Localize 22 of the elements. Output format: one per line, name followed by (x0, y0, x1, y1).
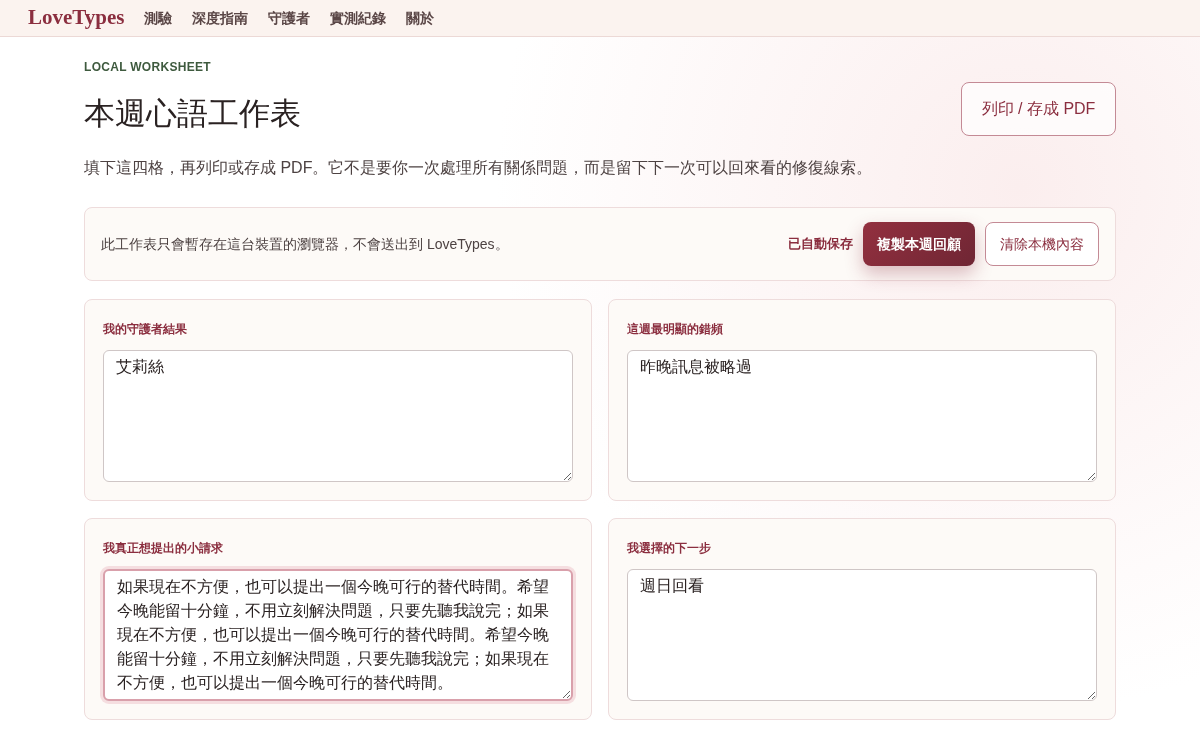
text-area[interactable]: 週日回看 (627, 568, 1097, 701)
field-label: 我真正想提出的小請求 (103, 539, 224, 556)
copy-button[interactable]: 複製本週回顧 (863, 221, 975, 266)
eyebrow-label: LOCAL WORKSHEET (84, 59, 212, 75)
field-label: 我的守護者結果 (103, 320, 188, 337)
autosave-status: 已自動保存 (788, 234, 853, 253)
page-title: 本週心語工作表 (84, 95, 301, 133)
field-label: 我選擇的下一步 (627, 539, 712, 556)
nav-link[interactable]: 測驗 (144, 8, 173, 28)
text-area[interactable]: 昨晚訊息被略過 (627, 349, 1097, 482)
field-label: 這週最明顯的錯頻 (627, 320, 724, 337)
intro-text: 填下這四格，再列印或存成 PDF。它不是要你一次處理所有關係問題，而是留下下一次可以回來看的修復線索。 (84, 157, 874, 178)
print-button[interactable]: 列印 / 存成 PDF (961, 82, 1116, 136)
nav-link[interactable]: 深度指南 (192, 8, 249, 28)
notice-text: 此工作表只會暫存在這台裝置的瀏覽器，不會送出到 LoveTypes。 (101, 234, 510, 254)
nav-link[interactable]: 守護者 (268, 8, 311, 28)
nav-link[interactable]: 實測紀錄 (330, 8, 387, 28)
text-area[interactable]: 艾莉絲 (103, 349, 573, 482)
clear-button[interactable]: 清除本機內容 (985, 221, 1099, 266)
nav-link[interactable]: 關於 (406, 8, 435, 28)
logo[interactable]: LoveTypes (28, 2, 125, 34)
text-area[interactable]: 如果現在不方便，也可以提出一個今晚可行的替代時間。希望今晚能留十分鐘，不用立刻解決問題，只要先聽我說完；如果現在不方便，也可以提出一個今晚可行的替代時間。希望今晚能留十分鐘，不用立刻解決問題，只要先聽我說完；如果現在不方便，也可以提出一個今晚可行的替代時間。 (103, 568, 573, 701)
